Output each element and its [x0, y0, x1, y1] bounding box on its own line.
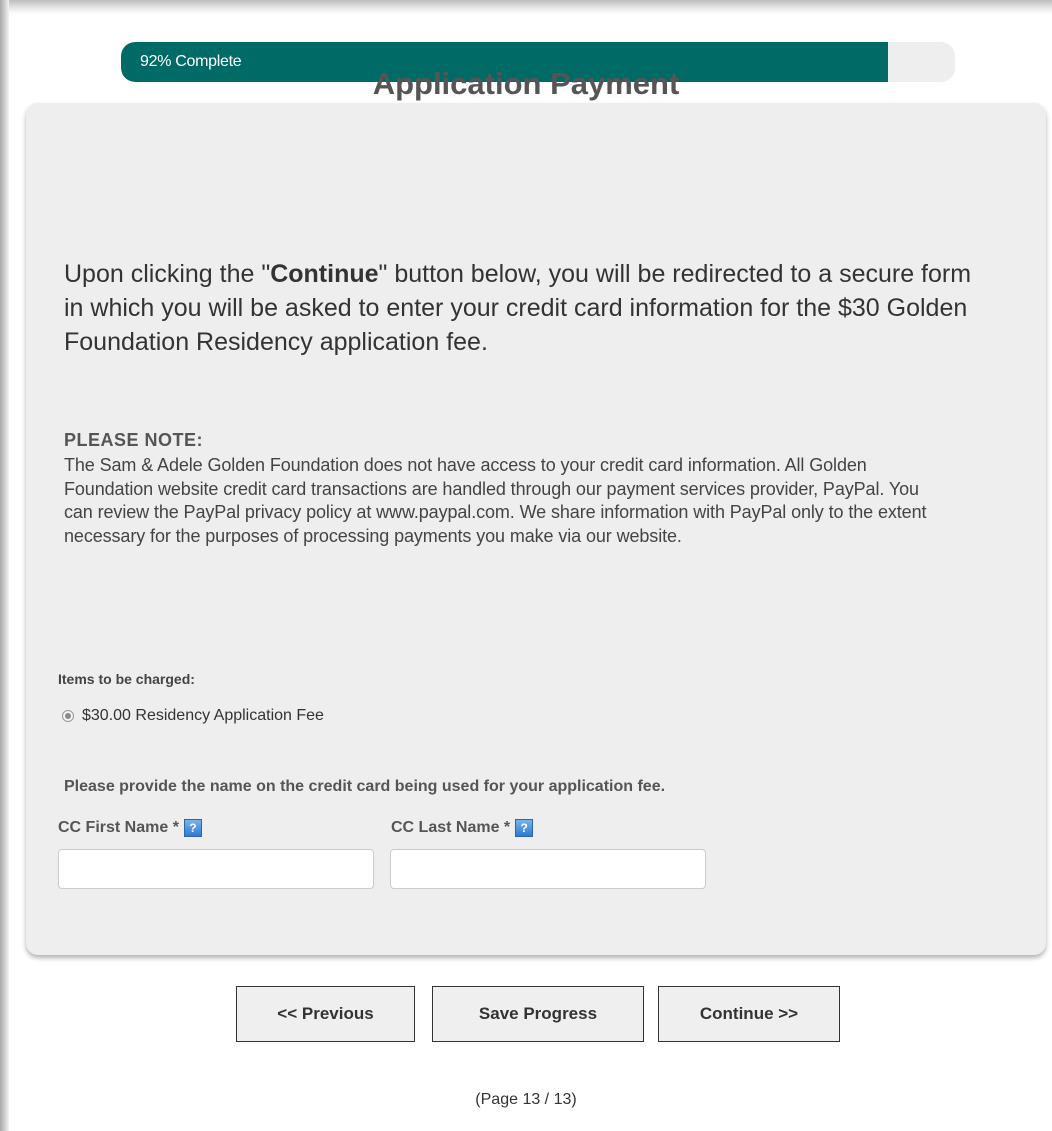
help-icon[interactable]: ? [515, 819, 534, 837]
cc-last-name-label: CC Last Name * ? [391, 819, 534, 837]
cc-last-name-label-text: CC Last Name * [391, 819, 511, 836]
note-heading: PLEASE NOTE: [64, 430, 204, 450]
intro-paragraph: Upon clicking the "Continue" button belo… [64, 257, 994, 359]
cc-first-name-label: CC First Name * ? [58, 819, 202, 837]
intro-text-start: Upon clicking the " [64, 260, 271, 288]
window-frame-left [0, 0, 9, 1131]
previous-button[interactable]: << Previous [236, 986, 415, 1042]
cc-first-name-label-text: CC First Name * [58, 819, 179, 836]
note-body: The Sam & Adele Golden Foundation does n… [64, 455, 927, 546]
items-label: Items to be charged: [58, 671, 195, 687]
cc-first-name-input[interactable] [58, 849, 374, 889]
help-icon[interactable]: ? [183, 819, 202, 837]
page-title: Application Payment [372, 66, 680, 101]
continue-button[interactable]: Continue >> [658, 986, 840, 1042]
cc-last-name-input[interactable] [390, 849, 706, 889]
page-indicator: (Page 13 / 13) [475, 1091, 577, 1108]
fee-option-label: $30.00 Residency Application Fee [82, 707, 324, 724]
window-frame-top [0, 0, 1052, 14]
intro-continue-emphasis: Continue [270, 260, 379, 288]
cardholder-instructions: Please provide the name on the credit ca… [64, 778, 666, 795]
fee-radio[interactable] [62, 710, 74, 722]
save-progress-button[interactable]: Save Progress [432, 986, 644, 1042]
fee-option[interactable]: $30.00 Residency Application Fee [62, 705, 324, 727]
